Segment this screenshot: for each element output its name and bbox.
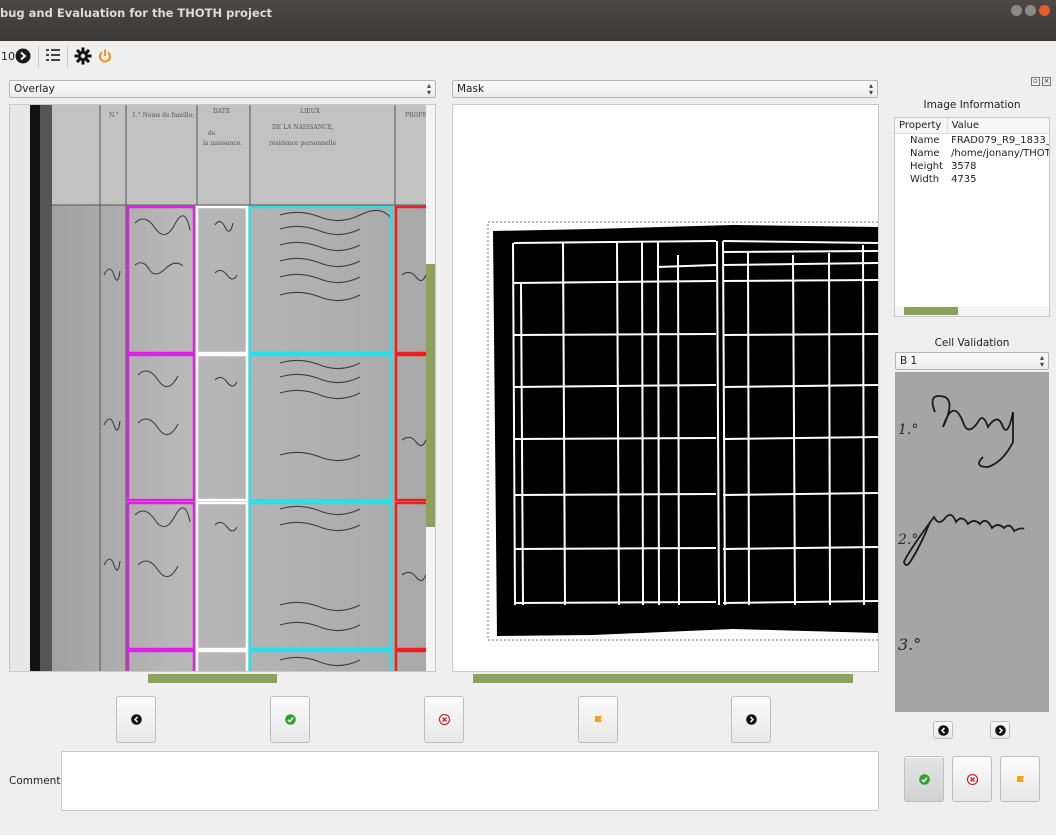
next-icon — [994, 724, 1006, 736]
next-page-icon[interactable] — [15, 48, 31, 64]
previous-preview-button[interactable] — [933, 721, 953, 739]
table-row[interactable]: Height 3578 — [895, 160, 1049, 173]
table-row[interactable]: Name FRAD079_R9_1833_( — [895, 134, 1050, 148]
value-cell: 3578 — [951, 161, 977, 172]
overlay-hscroll-thumb[interactable] — [148, 674, 277, 683]
cell-select-value: B 1 — [900, 355, 918, 367]
cell-select[interactable]: B 1 ▴ ▾ — [895, 352, 1049, 370]
cell-validation-title: Cell Validation — [934, 337, 1010, 349]
svg-text:2.°: 2.° — [897, 532, 918, 548]
svg-text:PROFES: PROFES — [405, 112, 428, 119]
next-preview-button[interactable] — [990, 721, 1010, 739]
svg-text:résidence personnelle: résidence personnelle — [269, 140, 337, 147]
cell-reject-button[interactable] — [952, 756, 992, 802]
value-cell: 4735 — [951, 174, 977, 185]
overlay-mode-value: Overlay — [14, 83, 55, 95]
reject-x-icon — [438, 714, 450, 725]
mask-image-view[interactable] — [452, 104, 879, 672]
property-cell: Name — [910, 148, 940, 159]
value-header[interactable]: Value — [947, 118, 1049, 134]
dock-controls: ▫ × — [1031, 77, 1051, 86]
overlay-image-view[interactable]: N.° 1.° Noms de famille; DATE de la naissan… — [9, 104, 436, 672]
settings-gear-icon[interactable] — [74, 47, 92, 65]
previous-icon — [937, 724, 949, 736]
previous-cell-button[interactable] — [116, 696, 156, 743]
reject-button[interactable] — [424, 696, 464, 743]
overlay-document-image: N.° 1.° Noms de famille; DATE de la naissan… — [10, 105, 435, 671]
svg-text:LIEUX: LIEUX — [300, 108, 321, 115]
overlay-vscroll-thumb[interactable] — [426, 264, 435, 527]
check-icon — [918, 773, 930, 785]
comments-textarea[interactable] — [61, 751, 879, 811]
combo-arrows-icon: ▴ ▾ — [868, 81, 873, 97]
table-row[interactable]: Name/home/jonany/THOT — [895, 147, 1050, 160]
toolbar: 10 — [0, 41, 1056, 73]
minimize-button[interactable] — [1011, 5, 1022, 16]
check-icon — [284, 714, 296, 725]
close-panel-icon[interactable]: × — [1042, 77, 1051, 86]
property-cell: Width — [910, 174, 940, 185]
property-cell: Height — [910, 161, 944, 172]
svg-text:de: de — [208, 130, 216, 137]
overlay-mode-select[interactable]: Overlay ▴ ▾ — [9, 80, 436, 98]
cell-preview-image: 1.° 2.° 3.° — [895, 372, 1049, 712]
overlay-vertical-scrollbar[interactable] — [426, 105, 435, 671]
property-header[interactable]: Property — [895, 118, 948, 134]
title-bar: bug and Evaluation for the THOTH project — [0, 0, 1056, 41]
approve-button[interactable] — [270, 696, 310, 743]
cell-approve-button[interactable] — [904, 756, 944, 802]
cell-flag-button[interactable] — [1000, 756, 1040, 802]
mask-mode-select[interactable]: Mask ▴ ▾ — [452, 80, 878, 98]
svg-text:DATE: DATE — [213, 108, 230, 115]
mask-binary-image — [487, 221, 878, 641]
next-cell-button[interactable] — [731, 696, 771, 743]
flag-icon — [594, 716, 602, 722]
svg-text:3.°: 3.° — [898, 635, 921, 654]
window-title: bug and Evaluation for the THOTH project — [0, 6, 273, 20]
svg-text:la naissance.: la naissance. — [203, 140, 242, 147]
mask-hscroll-thumb[interactable] — [473, 674, 853, 683]
image-info-title: Image Information — [923, 99, 1021, 111]
window-controls — [1011, 5, 1050, 16]
mask-horizontal-scrollbar[interactable] — [452, 673, 879, 683]
value-cell: FRAD079_R9_1833_( — [951, 135, 1050, 146]
image-info-table[interactable]: Property Value Name FRAD079_R9_1833_( Nam… — [894, 117, 1050, 317]
maximize-button[interactable] — [1025, 5, 1036, 16]
overlay-horizontal-scrollbar[interactable] — [9, 673, 436, 683]
mask-mode-value: Mask — [457, 83, 485, 95]
previous-icon — [130, 714, 142, 725]
float-panel-icon[interactable]: ▫ — [1031, 77, 1040, 86]
table-row[interactable]: Width 4735 — [895, 173, 1049, 186]
svg-text:1.°: 1.° — [898, 422, 918, 438]
svg-text:DE LA NAISSANCE,: DE LA NAISSANCE, — [272, 124, 334, 131]
list-view-icon[interactable] — [45, 47, 61, 65]
flag-icon — [1016, 775, 1024, 782]
reject-x-icon — [966, 773, 978, 785]
close-window-button[interactable] — [1039, 5, 1050, 16]
page-number: 10 — [1, 50, 15, 63]
next-icon — [745, 714, 757, 725]
info-horizontal-scrollbar[interactable] — [895, 306, 1049, 316]
power-icon[interactable] — [98, 48, 112, 64]
info-hscroll-thumb[interactable] — [904, 307, 958, 315]
combo-arrows-icon: ▴ ▾ — [1039, 353, 1044, 369]
flag-button[interactable] — [578, 696, 618, 743]
svg-text:N.°: N.° — [109, 112, 119, 119]
svg-text:1.° Noms de famille;: 1.° Noms de famille; — [132, 112, 194, 119]
property-cell: Name — [910, 135, 940, 146]
combo-arrows-icon: ▴ ▾ — [426, 81, 431, 97]
value-cell: /home/jonany/THOT — [951, 148, 1050, 159]
